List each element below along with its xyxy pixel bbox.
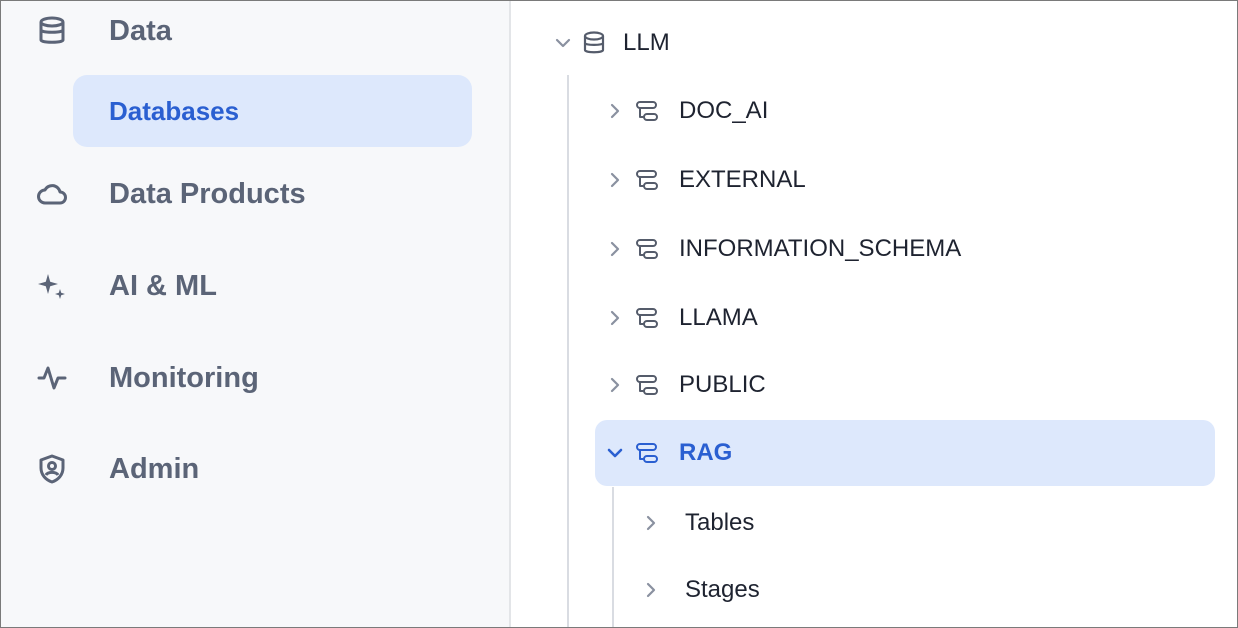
schema-icon bbox=[635, 168, 659, 192]
schema-icon bbox=[635, 373, 659, 397]
tree-node-schema[interactable]: INFORMATION_SCHEMA bbox=[595, 216, 1215, 282]
sidebar-item-data-products[interactable]: Data Products bbox=[1, 164, 509, 224]
database-tree: LLM DOC_AI EXTERNAL INFORMATION_SCHEMA L… bbox=[511, 1, 1237, 627]
sidebar-item-label: Monitoring bbox=[109, 361, 259, 394]
tree-guide-line bbox=[567, 75, 569, 627]
tree-node-label: Tables bbox=[685, 509, 755, 536]
tree-node-schema-selected[interactable]: RAG bbox=[595, 420, 1215, 486]
tree-node-label: Stages bbox=[685, 576, 760, 603]
tree-node-label: LLAMA bbox=[679, 304, 758, 331]
chevron-down-icon[interactable] bbox=[605, 443, 625, 463]
app-window: Data Databases Data Products AI & ML Mon… bbox=[0, 0, 1238, 628]
chevron-right-icon[interactable] bbox=[605, 308, 625, 328]
schema-icon bbox=[635, 306, 659, 330]
sidebar-item-label: Admin bbox=[109, 452, 200, 485]
tree-node-label: DOC_AI bbox=[679, 97, 769, 124]
sidebar-item-ai-ml[interactable]: AI & ML bbox=[1, 256, 509, 316]
sidebar-subitem-label: Databases bbox=[109, 95, 240, 126]
sidebar-item-label: Data bbox=[109, 14, 172, 47]
shield-user-icon bbox=[37, 454, 67, 484]
activity-icon bbox=[37, 363, 67, 393]
tree-node-schema[interactable]: DOC_AI bbox=[595, 78, 1215, 144]
tree-node-schema[interactable]: PUBLIC bbox=[595, 352, 1215, 418]
sidebar-item-label: Data Products bbox=[109, 177, 306, 210]
chevron-right-icon[interactable] bbox=[605, 239, 625, 259]
chevron-right-icon[interactable] bbox=[605, 101, 625, 121]
tree-node-label: RAG bbox=[679, 439, 733, 466]
sidebar-item-data[interactable]: Data bbox=[1, 1, 509, 61]
database-icon bbox=[37, 16, 67, 46]
tree-node-schema[interactable]: EXTERNAL bbox=[595, 147, 1215, 213]
tree-guide-line bbox=[612, 487, 614, 627]
database-icon bbox=[581, 30, 607, 56]
tree-node-stages[interactable]: Stages bbox=[641, 560, 760, 620]
sparkles-icon bbox=[37, 271, 67, 301]
tree-node-label: PUBLIC bbox=[679, 371, 766, 398]
tree-node-llm[interactable]: LLM bbox=[551, 15, 670, 71]
schema-icon bbox=[635, 441, 659, 465]
chevron-down-icon[interactable] bbox=[551, 31, 575, 55]
chevron-right-icon[interactable] bbox=[605, 375, 625, 395]
chevron-right-icon[interactable] bbox=[641, 580, 661, 600]
sidebar: Data Databases Data Products AI & ML Mon… bbox=[1, 1, 511, 627]
tree-node-label: LLM bbox=[623, 29, 670, 56]
sidebar-item-label: AI & ML bbox=[109, 269, 217, 302]
schema-icon bbox=[635, 237, 659, 261]
tree-node-label: EXTERNAL bbox=[679, 166, 806, 193]
sidebar-subitem-databases[interactable]: Databases bbox=[73, 75, 472, 147]
schema-icon bbox=[635, 99, 659, 123]
cloud-icon bbox=[37, 179, 67, 209]
chevron-right-icon[interactable] bbox=[641, 513, 661, 533]
sidebar-item-monitoring[interactable]: Monitoring bbox=[1, 348, 509, 408]
tree-node-label: INFORMATION_SCHEMA bbox=[679, 235, 962, 262]
tree-node-tables[interactable]: Tables bbox=[641, 493, 754, 553]
tree-node-schema[interactable]: LLAMA bbox=[595, 285, 1215, 351]
chevron-right-icon[interactable] bbox=[605, 170, 625, 190]
sidebar-item-admin[interactable]: Admin bbox=[1, 439, 509, 499]
